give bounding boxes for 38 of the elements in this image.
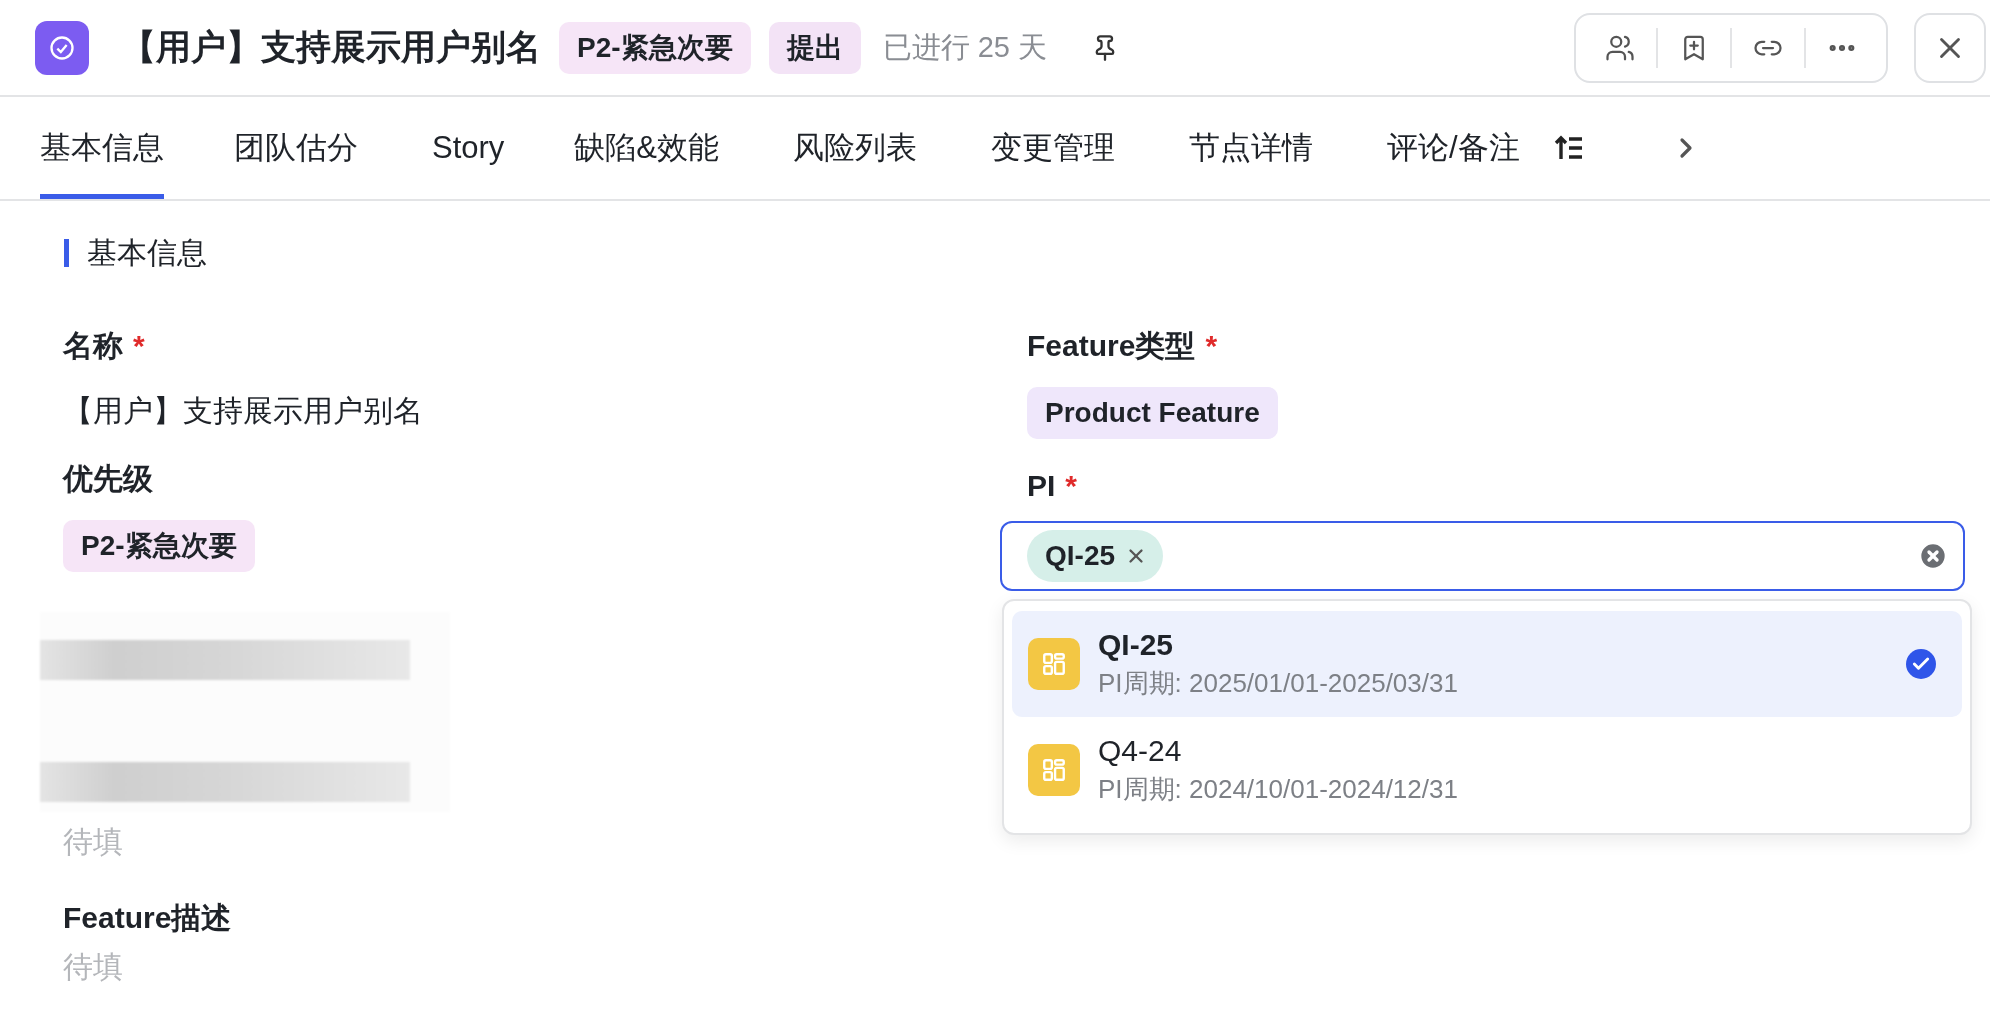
section-title: 基本信息 xyxy=(64,239,1990,267)
required-asterisk: * xyxy=(1205,328,1218,364)
field-value: 【用户】支持展示用户别名 xyxy=(63,393,423,429)
tab[interactable]: 团队估分 xyxy=(234,97,358,199)
option-period: PI周期: 2024/10/01-2024/12/31 xyxy=(1098,772,1458,806)
status-tag: P2-紧急次要 xyxy=(559,21,751,74)
page-title: 【用户】支持展示用户别名 xyxy=(121,26,541,68)
option-title: Q4-24 xyxy=(1098,733,1183,768)
tab[interactable]: 节点详情 xyxy=(1189,97,1314,199)
field-label: 优先级 xyxy=(63,461,153,497)
elapsed-time: 已进行 25 天 xyxy=(882,29,1047,65)
tab[interactable]: 基本信息 xyxy=(40,97,164,199)
option-period: PI周期: 2025/01/01-2025/03/31 xyxy=(1098,666,1458,700)
tab[interactable]: 缺陷&效能 xyxy=(574,97,720,199)
task-logo-icon xyxy=(35,20,89,75)
close-button[interactable] xyxy=(1914,12,1986,83)
required-asterisk: * xyxy=(1065,468,1078,504)
required-asterisk: * xyxy=(133,328,145,364)
tag: P2-紧急次要 xyxy=(63,520,255,572)
option-title: QI-25 xyxy=(1098,627,1175,662)
tab[interactable]: 变更管理 xyxy=(991,97,1116,199)
tag: Product Feature xyxy=(1027,387,1278,439)
field-label: Feature类型 xyxy=(1027,328,1196,364)
check-icon xyxy=(1906,649,1936,679)
selected-chip[interactable]: QI-25 xyxy=(1027,530,1164,582)
status-tag: 提出 xyxy=(768,21,861,74)
dropdown-option[interactable]: QI-25 PI周期: 2025/01/01-2025/03/31 xyxy=(1012,611,1962,717)
field-label: Feature描述 xyxy=(63,900,232,936)
tab[interactable]: Story xyxy=(432,97,505,199)
pi-select[interactable]: QI-25 xyxy=(1000,521,1965,591)
tab[interactable]: 评论/备注 xyxy=(1387,97,1520,199)
field-label: 名称 xyxy=(63,328,123,364)
layout-icon xyxy=(1041,757,1067,783)
sort-icon[interactable] xyxy=(1553,135,1584,161)
tab[interactable]: 风险列表 xyxy=(793,97,918,199)
dropdown-option[interactable]: Q4-24 PI周期: 2024/10/01-2024/12/31 xyxy=(1012,717,1962,823)
layout-icon xyxy=(1041,651,1067,677)
field-label: PI xyxy=(1027,468,1056,504)
